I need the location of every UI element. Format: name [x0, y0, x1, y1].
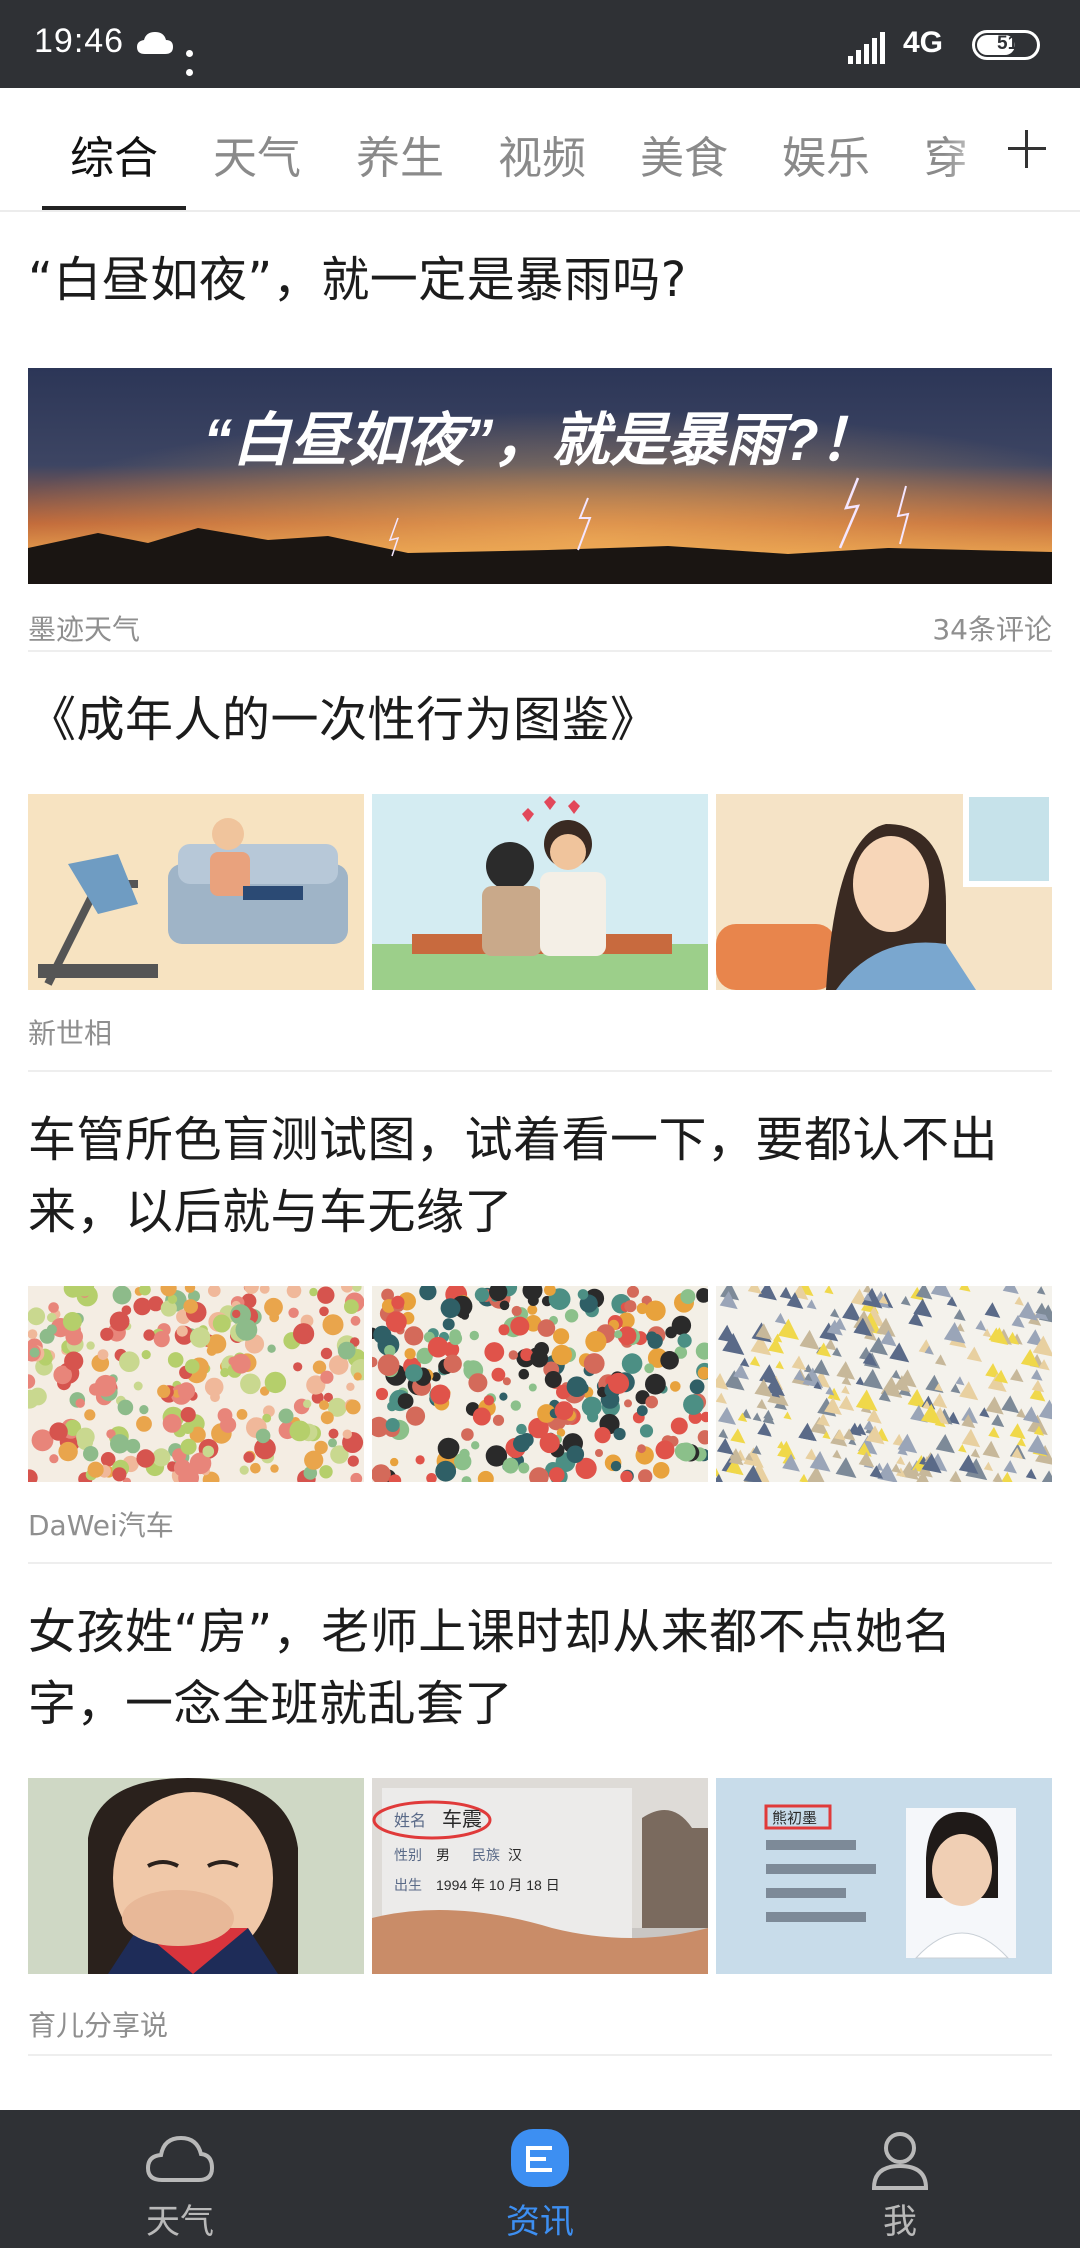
category-tabs: 综合 天气 养生 视频 美食 娱乐 穿	[0, 88, 1080, 212]
id-birth-label: 出生	[394, 1877, 422, 1893]
tab-yangsheng[interactable]: 养生	[356, 122, 444, 186]
article-card[interactable]: 车管所色盲测试图，试着看一下，要都认不出 来，以后就与车无缘了 DaWei汽车	[28, 1104, 1052, 1542]
status-bar: 19:46 4G 51	[0, 0, 1080, 88]
article-card[interactable]: 《成年人的一次性行为图鉴》 新世相	[28, 684, 1052, 1050]
article-thumbnails	[28, 794, 1052, 990]
tab-tianqi[interactable]: 天气	[213, 122, 301, 186]
nav-me[interactable]: 我	[800, 2110, 1000, 2248]
battery-icon: 51	[972, 30, 1040, 60]
thumbnail-girl-crying[interactable]	[28, 1778, 364, 1974]
tab-yule[interactable]: 娱乐	[782, 122, 870, 186]
id-name-label: 姓名	[394, 1812, 426, 1830]
thumbnail-color-blind-test-1[interactable]	[28, 1286, 364, 1482]
plus-icon[interactable]	[1004, 126, 1050, 172]
thumbnail-color-blind-test-2[interactable]	[372, 1286, 708, 1482]
news-icon	[511, 2129, 569, 2187]
id-name-value: 车震	[442, 1808, 482, 1831]
article-title-line: 字，一念全班就乱套了	[28, 1676, 514, 1732]
comment-count[interactable]: 34条评论	[932, 608, 1052, 648]
id-sex-value: 男	[436, 1847, 450, 1863]
thumbnail-couch-man[interactable]	[28, 794, 364, 990]
divider	[28, 1562, 1052, 1564]
article-source[interactable]: DaWei汽车	[28, 1504, 174, 1544]
network-type: 4G	[903, 26, 944, 59]
article-title-line: 女孩姓“房”，老师上课时却从来都不点她名	[28, 1604, 952, 1660]
tab-meishi[interactable]: 美食	[640, 122, 728, 186]
nav-news-label: 资讯	[506, 2202, 574, 2242]
banner-text: “白昼如夜”，就是暴雨?！	[203, 408, 876, 473]
news-feed[interactable]: “白昼如夜”，就一定是暴雨吗? “白昼如夜”，就是暴雨?！ 墨迹天气 34条评论…	[0, 214, 1080, 2110]
nav-weather[interactable]: 天气	[80, 2110, 280, 2248]
divider	[28, 650, 1052, 652]
thumbnail-id-card-hand[interactable]: 姓名 车震 性别 男 民族 汉 出生 1994 年 10 月 18 日	[372, 1778, 708, 1974]
article-title-line: 来，以后就与车无缘了	[28, 1184, 514, 1240]
signal-icon	[848, 32, 885, 64]
article-thumbnails: 姓名 车震 性别 男 民族 汉 出生 1994 年 10 月 18 日 熊初墨	[28, 1778, 1052, 1974]
id-card-name: 熊初墨	[772, 1810, 817, 1827]
id-birth-value: 1994 年 10 月 18 日	[436, 1877, 560, 1893]
thumbnail-woman-portrait[interactable]	[716, 794, 1052, 990]
cloud-icon	[137, 32, 173, 54]
article-title-line: 车管所色盲测试图，试着看一下，要都认不出	[28, 1112, 999, 1168]
thumbnail-couple-bench[interactable]	[372, 794, 708, 990]
article-title[interactable]: 《成年人的一次性行为图鉴》	[28, 684, 1052, 756]
divider	[28, 2054, 1052, 2056]
article-banner-image[interactable]: “白昼如夜”，就是暴雨?！	[28, 368, 1052, 584]
id-nation-value: 汉	[508, 1847, 522, 1863]
tab-shipin[interactable]: 视频	[498, 122, 586, 186]
article-title[interactable]: “白昼如夜”，就一定是暴雨吗?	[28, 244, 1052, 316]
nav-weather-label: 天气	[146, 2202, 214, 2242]
article-thumbnails	[28, 1286, 1052, 1482]
thumbnail-color-blind-test-3[interactable]	[716, 1286, 1052, 1482]
divider	[28, 1070, 1052, 1072]
article-title[interactable]: 车管所色盲测试图，试着看一下，要都认不出 来，以后就与车无缘了	[28, 1104, 1052, 1248]
active-tab-indicator	[42, 206, 186, 210]
article-card[interactable]: 女孩姓“房”，老师上课时却从来都不点她名 字，一念全班就乱套了 姓名 车震 性别…	[28, 1596, 1052, 2042]
nav-news[interactable]: 资讯	[440, 2110, 640, 2248]
bottom-navigation: 天气 资讯 我	[0, 2110, 1080, 2248]
battery-level: 51	[997, 33, 1019, 54]
id-nation-label: 民族	[472, 1847, 500, 1863]
thumbnail-id-card-girl[interactable]: 熊初墨	[716, 1778, 1052, 1974]
article-title[interactable]: 女孩姓“房”，老师上课时却从来都不点她名 字，一念全班就乱套了	[28, 1596, 1052, 1740]
article-source[interactable]: 育儿分享说	[28, 2004, 168, 2044]
id-sex-label: 性别	[394, 1847, 422, 1863]
person-icon	[871, 2132, 929, 2190]
cloud-icon	[145, 2135, 215, 2182]
article-source[interactable]: 墨迹天气	[28, 608, 140, 648]
notification-dots-icon	[186, 42, 212, 76]
nav-me-label: 我	[883, 2202, 917, 2242]
article-source[interactable]: 新世相	[28, 1012, 112, 1052]
tab-zonghe[interactable]: 综合	[70, 122, 158, 186]
status-time: 19:46	[34, 22, 125, 60]
